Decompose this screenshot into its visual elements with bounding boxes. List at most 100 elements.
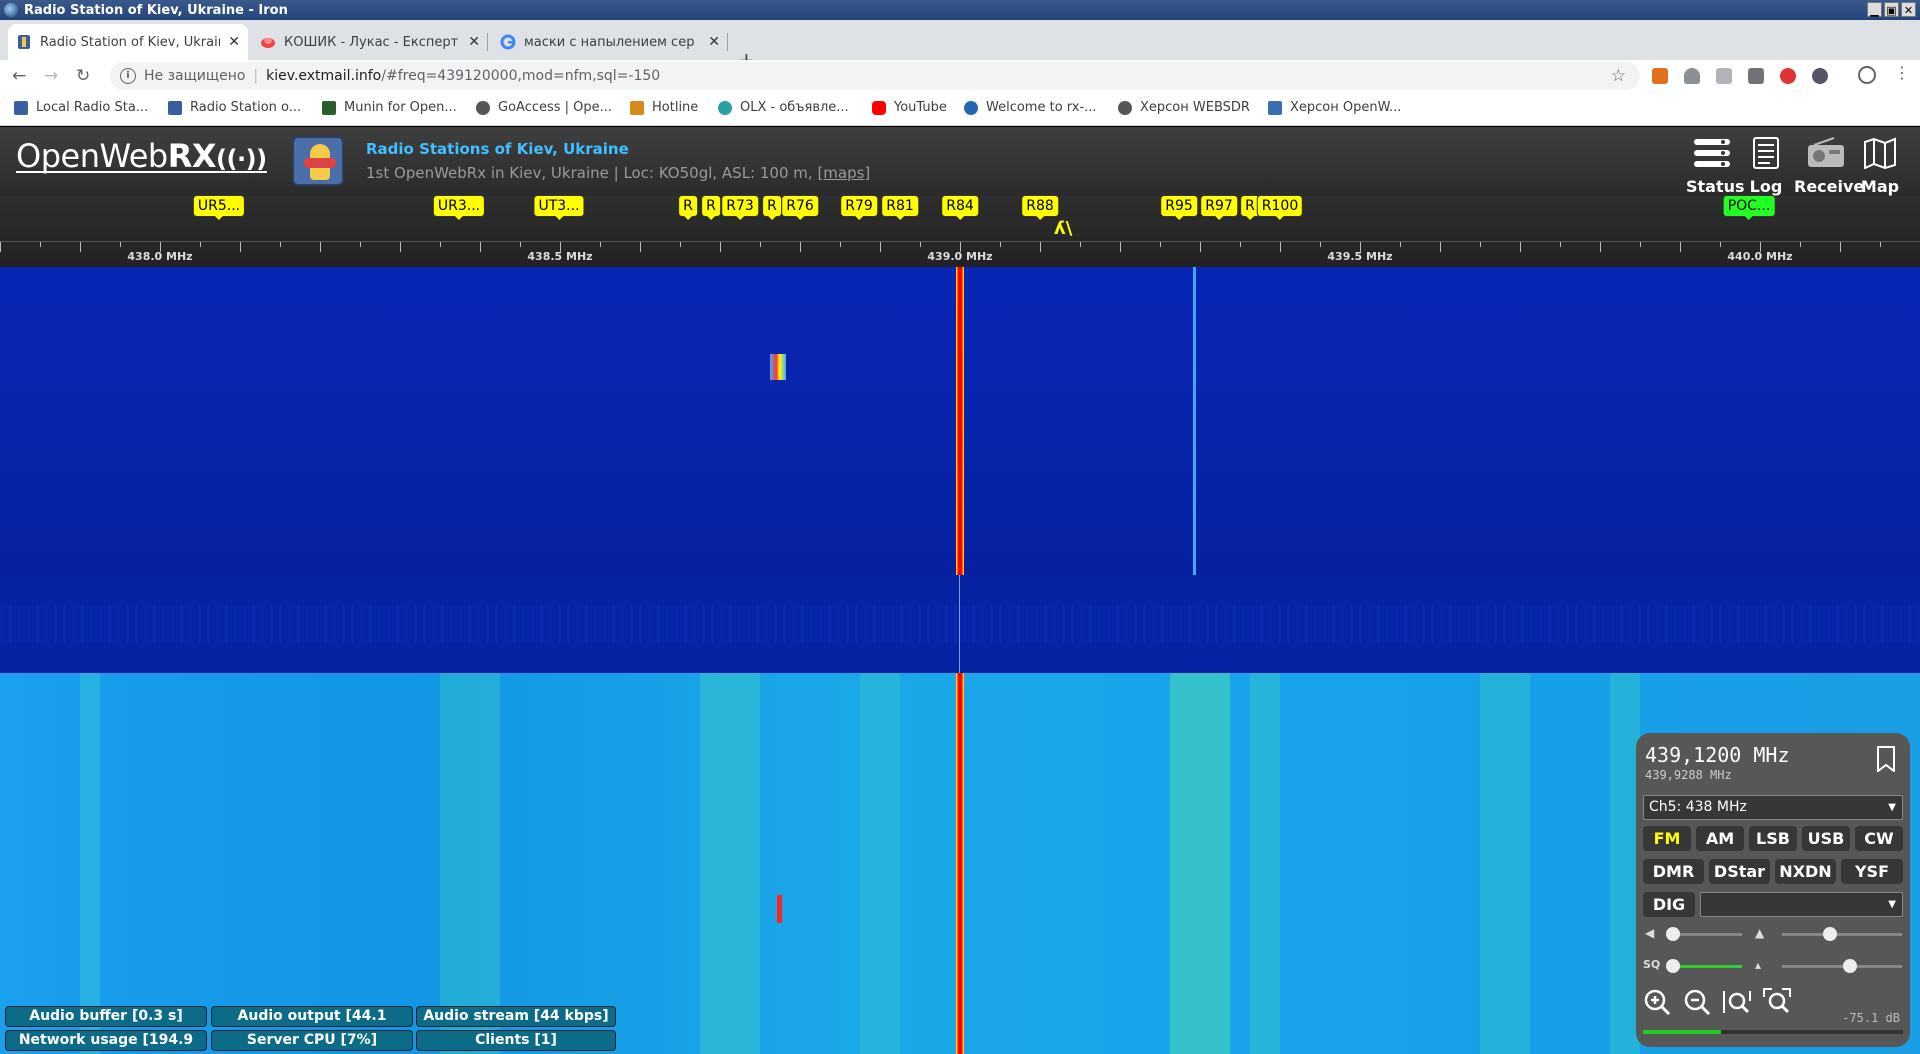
zoom-reset-icon[interactable] [1762, 987, 1792, 1017]
bookmark-hotline[interactable]: Hotline [630, 100, 698, 115]
noise-reduction-icon[interactable]: ▲ [1755, 926, 1769, 940]
close-tab-icon[interactable]: ✕ [708, 34, 720, 50]
mode-dmr-button[interactable]: DMR [1643, 859, 1704, 884]
bookmark-label-ur5[interactable]: UR5... [193, 196, 245, 220]
scale-tick [480, 242, 481, 252]
menu-kebab-icon[interactable]: ⋮ [1894, 63, 1910, 82]
audio-stream-indicator[interactable]: Audio stream [44 kbps] [417, 1007, 615, 1026]
bookmark-local-radio[interactable]: Local Radio Sta... [14, 100, 148, 115]
mode-lsb-button[interactable]: LSB [1749, 826, 1797, 851]
speaker-icon[interactable]: ◀ [1645, 926, 1659, 940]
bookmark-label-r73[interactable]: R73 [722, 196, 758, 220]
info-icon[interactable]: i [120, 68, 136, 84]
server-cpu-indicator[interactable]: Server CPU [7%] [212, 1031, 412, 1050]
waterfall-display[interactable] [0, 267, 1920, 1054]
bookmark-youtube[interactable]: YouTube [872, 100, 947, 115]
receiver-avatar[interactable] [292, 136, 344, 186]
profile-icon[interactable] [1858, 66, 1876, 84]
bookmark-label-r-a[interactable]: R [679, 196, 697, 220]
tab-radio-station[interactable]: Radio Station of Kiev, Ukraine ✕ [8, 24, 248, 60]
extension-clock-icon[interactable] [1812, 68, 1828, 84]
bookmark-label-r76[interactable]: R76 [782, 196, 818, 220]
bookmark-label: Херсон WEBSDR [1140, 100, 1250, 115]
tab-google-search[interactable]: маски с напылением сер ✕ [492, 24, 728, 60]
bookmark-label-poc[interactable]: РОС... [1723, 196, 1775, 220]
bookmark-kherson-websdr[interactable]: Херсон WEBSDR [1118, 100, 1250, 115]
digital-mode-select[interactable]: ▼ [1700, 892, 1903, 917]
address-bar[interactable]: i Не защищено | kiev.extmail.info/#freq=… [110, 62, 1640, 90]
mode-dig-button[interactable]: DIG [1643, 892, 1695, 917]
close-tab-icon[interactable]: ✕ [468, 34, 480, 50]
address-path: /#freq=439120000,mod=nfm,sql=-150 [381, 68, 661, 84]
volume-knob[interactable] [1666, 927, 1681, 941]
bookmark-label-r-b[interactable]: R [702, 196, 720, 220]
bookmark-label-r84[interactable]: R84 [942, 196, 978, 220]
receive-button[interactable]: Receive [1794, 137, 1864, 196]
bookmark-label-r81[interactable]: R81 [882, 196, 918, 220]
map-button[interactable]: Map [1858, 137, 1902, 196]
bookmark-label-ur3[interactable]: UR3... [433, 196, 485, 220]
agc-icon[interactable]: ▴ [1755, 958, 1769, 972]
squelch-knob[interactable] [1666, 959, 1681, 973]
bookmark-label-r97[interactable]: R97 [1201, 196, 1237, 220]
mode-nxdn-button[interactable]: NXDN [1775, 859, 1836, 884]
bookmark-label-r-c[interactable]: R [763, 196, 781, 220]
bookmark-label-r79[interactable]: R79 [841, 196, 877, 220]
tuning-marker-icon[interactable]: ʎ\ [1054, 218, 1072, 239]
network-usage-indicator[interactable]: Network usage [194.9 [6, 1031, 206, 1050]
bookmark-label-r95[interactable]: R95 [1161, 196, 1197, 220]
extension-home-icon[interactable] [1652, 68, 1668, 84]
scale-tick [1840, 242, 1841, 252]
zoom-out-full-icon[interactable] [1722, 987, 1752, 1017]
bookmark-star-icon[interactable]: ☆ [1611, 66, 1626, 86]
status-button[interactable]: Status [1686, 137, 1745, 196]
audio-output-indicator[interactable]: Audio output [44.1 [212, 1007, 412, 1026]
extension-house-icon[interactable] [1748, 68, 1764, 84]
bookmark-munin[interactable]: Munin for Open... [322, 100, 457, 115]
mode-cw-button[interactable]: CW [1855, 826, 1903, 851]
extension-ghost-icon[interactable] [1716, 68, 1732, 84]
tab-koshyk[interactable]: КОШИК - Лукас - Експерт ✕ [252, 24, 488, 60]
bookmark-label-r88[interactable]: R88 [1022, 196, 1058, 220]
bookmark-olx[interactable]: OLX - объявле... [718, 100, 849, 115]
mode-dstar-button[interactable]: DStar [1709, 859, 1770, 884]
mode-fm-button[interactable]: FM [1643, 826, 1691, 851]
log-button[interactable]: Log [1748, 137, 1784, 196]
agc-knob[interactable] [1843, 959, 1858, 973]
mode-ysf-button[interactable]: YSF [1841, 859, 1903, 884]
close-window-button[interactable]: ✕ [1901, 2, 1916, 17]
bookmark-add-icon[interactable] [1876, 746, 1896, 772]
close-tab-icon[interactable]: ✕ [228, 34, 240, 50]
bookmark-radio-station[interactable]: Radio Station o... [168, 100, 301, 115]
volume-slider[interactable] [1666, 927, 1742, 941]
audio-buffer-indicator[interactable]: Audio buffer [0.3 s] [6, 1007, 206, 1026]
bookmark-kherson-openwebrx[interactable]: Херсон OpenW... [1268, 100, 1401, 115]
tuned-frequency[interactable]: 439,1200 MHz [1645, 743, 1790, 767]
minimize-button[interactable]: ▁ [1867, 2, 1882, 17]
agc-slider[interactable] [1782, 959, 1902, 973]
maximize-button[interactable]: ▣ [1884, 2, 1899, 17]
scale-tick [720, 242, 721, 252]
bookmark-label-ut3[interactable]: UT3... [534, 196, 584, 220]
noise-reduction-slider[interactable] [1782, 927, 1902, 941]
bookmark-label-r100[interactable]: R100 [1257, 196, 1303, 220]
openwebrx-logo[interactable]: OpenWebRX((·)) [16, 137, 267, 175]
forward-icon[interactable]: → [44, 66, 58, 86]
maps-link[interactable]: [maps] [817, 164, 870, 182]
reload-icon[interactable]: ↻ [76, 66, 90, 86]
zoom-out-icon[interactable] [1682, 987, 1712, 1017]
mode-usb-button[interactable]: USB [1802, 826, 1850, 851]
noise-reduction-knob[interactable] [1823, 927, 1837, 941]
frequency-scale[interactable]: UR5... UR3... UT3... R R R73 R R76 R79 R… [0, 196, 1920, 267]
bookmark-label-r-d[interactable]: R [1241, 196, 1259, 220]
bookmark-goaccess[interactable]: GoAccess | Ope... [476, 100, 612, 115]
clients-indicator[interactable]: Clients [1] [417, 1031, 615, 1050]
channel-select[interactable]: Ch5: 438 MHz ▼ [1643, 795, 1903, 820]
mode-am-button[interactable]: AM [1696, 826, 1744, 851]
extension-shield-icon[interactable] [1684, 68, 1700, 84]
back-icon[interactable]: ← [12, 66, 26, 86]
bookmark-welcome-rx[interactable]: Welcome to rx-... [964, 100, 1097, 115]
squelch-slider[interactable] [1666, 959, 1742, 973]
zoom-in-icon[interactable] [1642, 987, 1672, 1017]
extension-red-icon[interactable] [1780, 68, 1796, 84]
